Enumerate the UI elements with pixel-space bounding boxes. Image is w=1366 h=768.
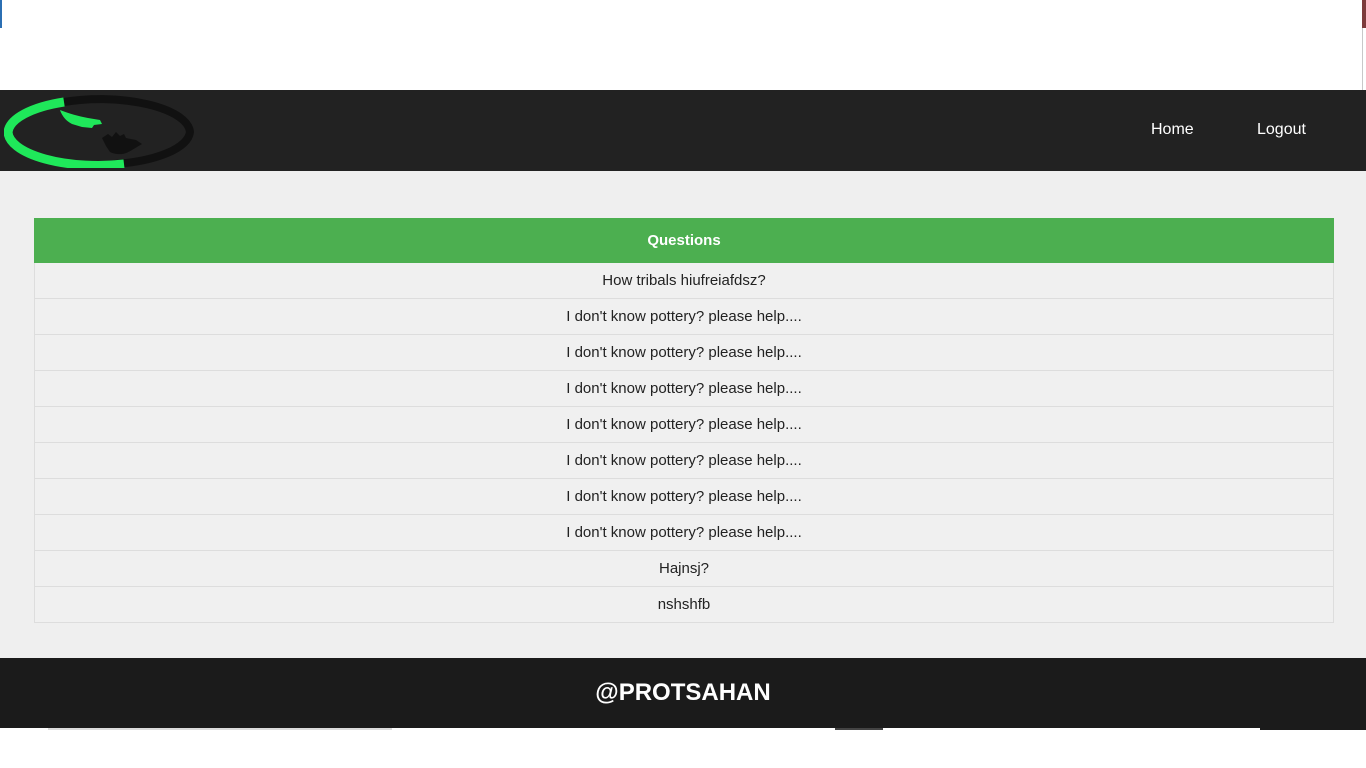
table-row[interactable]: nshshfb bbox=[34, 586, 1334, 623]
table-row[interactable]: I don't know pottery? please help.... bbox=[34, 370, 1334, 407]
nav-logout-link[interactable]: Logout bbox=[1257, 120, 1306, 140]
logo[interactable] bbox=[3, 94, 195, 170]
question-text[interactable]: Hajnsj? bbox=[35, 551, 1334, 587]
top-blank-area bbox=[0, 0, 1366, 90]
hands-circle-icon bbox=[3, 95, 195, 170]
question-text[interactable]: I don't know pottery? please help.... bbox=[35, 407, 1334, 443]
question-text[interactable]: I don't know pottery? please help.... bbox=[35, 335, 1334, 371]
table-row[interactable]: Hajnsj? bbox=[34, 550, 1334, 587]
below-footer-area bbox=[0, 728, 1366, 768]
table-row[interactable]: I don't know pottery? please help.... bbox=[34, 442, 1334, 479]
table-row[interactable]: I don't know pottery? please help.... bbox=[34, 334, 1334, 371]
question-text[interactable]: I don't know pottery? please help.... bbox=[35, 299, 1334, 335]
question-text[interactable]: I don't know pottery? please help.... bbox=[35, 443, 1334, 479]
table-row[interactable]: I don't know pottery? please help.... bbox=[34, 478, 1334, 515]
window-edge-left bbox=[0, 0, 2, 28]
window-edge-right bbox=[1362, 0, 1366, 28]
table-row[interactable]: I don't know pottery? please help.... bbox=[34, 298, 1334, 335]
divider bbox=[835, 728, 883, 730]
table-row[interactable]: I don't know pottery? please help.... bbox=[34, 514, 1334, 551]
navbar: Home Logout bbox=[0, 90, 1366, 171]
divider bbox=[1260, 728, 1366, 730]
main-content: Questions How tribals hiufreiafdsz? I do… bbox=[0, 171, 1366, 658]
nav-home-link[interactable]: Home bbox=[1151, 120, 1194, 140]
divider bbox=[48, 728, 392, 730]
footer-brand: @PROTSAHAN bbox=[595, 679, 771, 706]
question-text[interactable]: I don't know pottery? please help.... bbox=[35, 371, 1334, 407]
table-row[interactable]: How tribals hiufreiafdsz? bbox=[34, 262, 1334, 299]
questions-header-row: Questions bbox=[34, 218, 1334, 263]
table-row[interactable]: I don't know pottery? please help.... bbox=[34, 406, 1334, 443]
question-text[interactable]: How tribals hiufreiafdsz? bbox=[35, 263, 1334, 299]
question-text[interactable]: nshshfb bbox=[35, 587, 1334, 623]
question-text[interactable]: I don't know pottery? please help.... bbox=[35, 515, 1334, 551]
questions-table: Questions How tribals hiufreiafdsz? I do… bbox=[34, 218, 1334, 623]
footer: @PROTSAHAN bbox=[0, 658, 1366, 728]
question-text[interactable]: I don't know pottery? please help.... bbox=[35, 479, 1334, 515]
questions-header: Questions bbox=[647, 232, 721, 249]
